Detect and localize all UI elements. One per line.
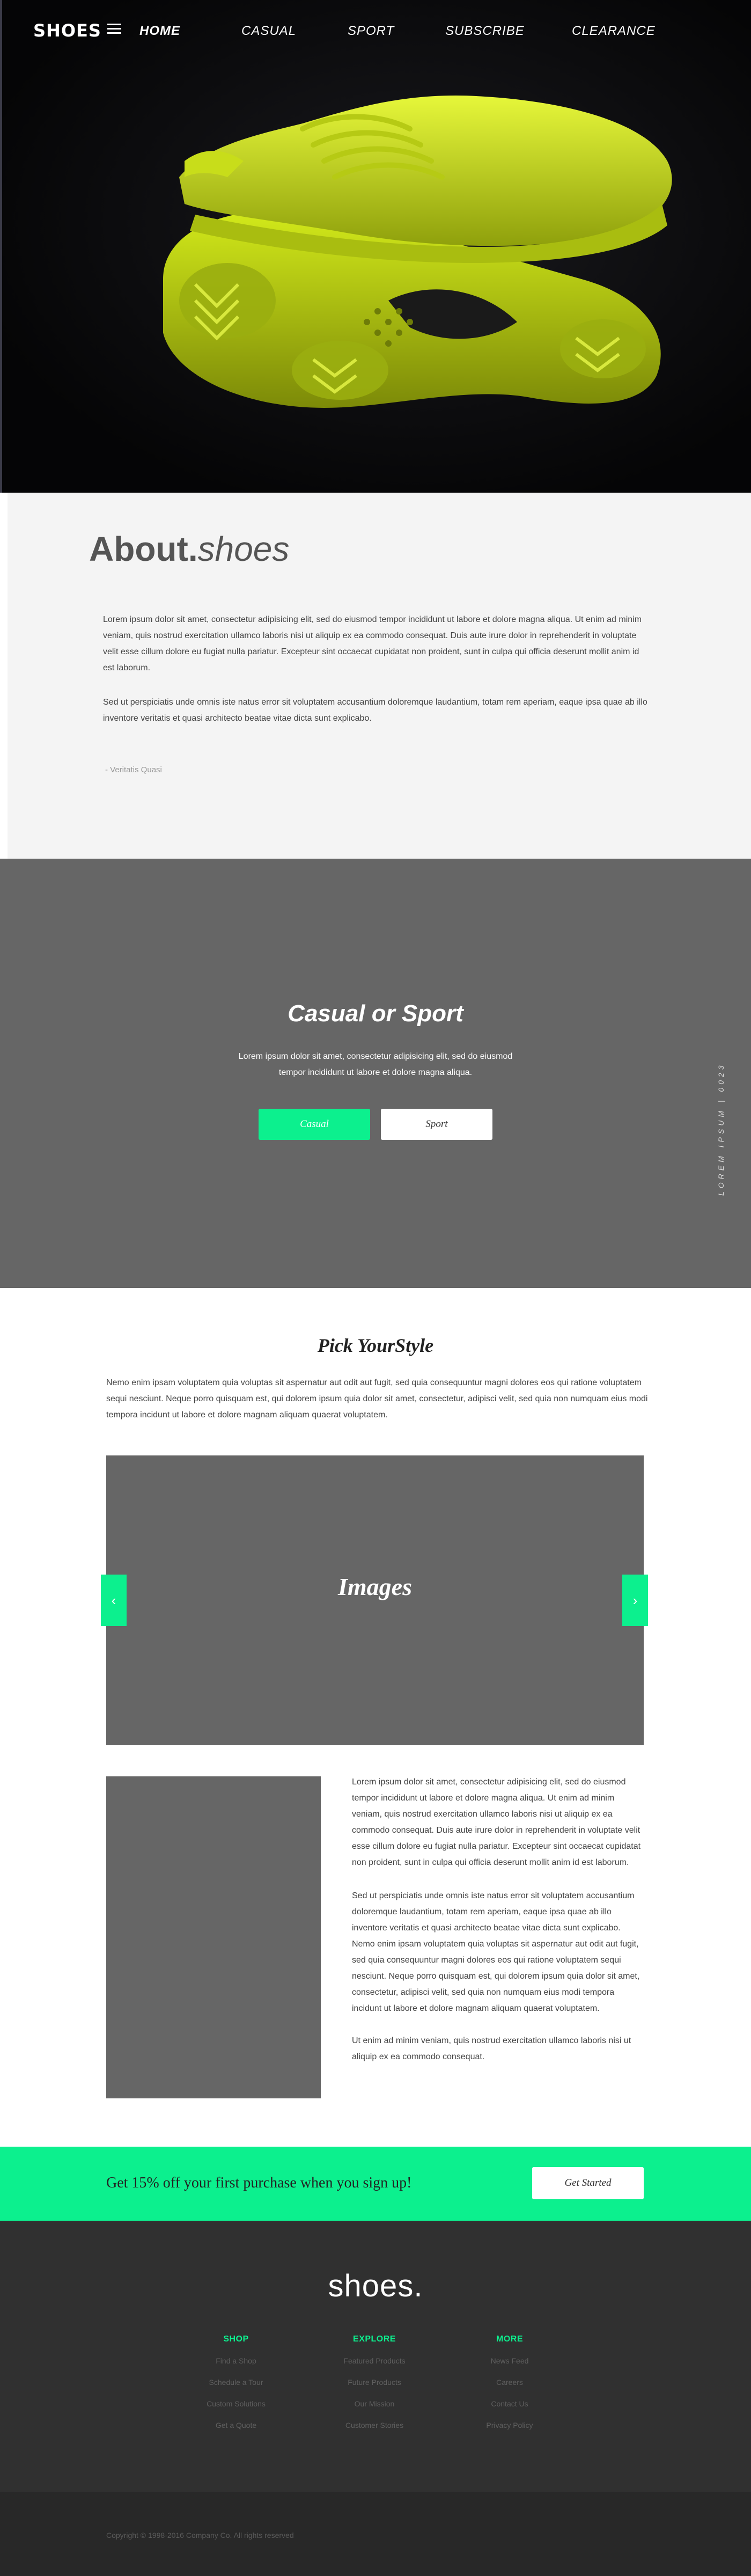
footer-link[interactable]: Future Products [326, 2377, 423, 2387]
side-vertical-label: LOREM IPSUM | 0023 [717, 1062, 725, 1196]
footer-column-shop: SHOP Find a Shop Schedule a Tour Custom … [188, 2334, 284, 2442]
footer: shoes. SHOP Find a Shop Schedule a Tour … [0, 2221, 751, 2492]
nav-sport[interactable]: SPORT [348, 24, 394, 39]
main-nav: HOME CASUAL SPORT SUBSCRIBE CLEARANCE [2, 24, 751, 41]
carousel-next-arrow-icon[interactable]: › [622, 1575, 648, 1626]
footer-bottom-bar: Copyright © 1998-2016 Company Co. All ri… [0, 2492, 751, 2576]
nav-home[interactable]: HOME [139, 24, 180, 39]
feature-image-placeholder [106, 1776, 321, 2098]
detail-paragraph-1: Lorem ipsum dolor sit amet, consectetur … [352, 1777, 641, 1867]
footer-link[interactable]: Schedule a Tour [188, 2377, 284, 2387]
footer-column-explore: EXPLORE Featured Products Future Product… [326, 2334, 423, 2442]
about-quote: - Veritatis Quasi [105, 765, 162, 774]
casual-button[interactable]: Casual [259, 1109, 370, 1140]
hero-section: SHOES HOME CASUAL SPORT SUBSCRIBE CLEARA… [0, 0, 751, 493]
footer-column-more: MORE News Feed Careers Contact Us Privac… [461, 2334, 558, 2442]
casual-sport-text: Lorem ipsum dolor sit amet, consectetur … [238, 1052, 513, 1077]
footer-link[interactable]: Find a Shop [188, 2356, 284, 2366]
footer-heading-explore: EXPLORE [353, 2334, 396, 2344]
footer-link[interactable]: Careers [461, 2377, 558, 2387]
about-section: About.shoes Lorem ipsum dolor sit amet, … [0, 493, 751, 859]
footer-logo[interactable]: shoes. [0, 2268, 751, 2304]
footer-heading-shop: SHOP [223, 2334, 249, 2344]
footer-link[interactable]: Customer Stories [326, 2420, 423, 2430]
footer-link[interactable]: Get a Quote [188, 2420, 284, 2430]
about-paragraph-2: Sed ut perspiciatis unde omnis iste natu… [103, 698, 647, 723]
footer-link[interactable]: Featured Products [326, 2356, 423, 2366]
promo-banner: Get 15% off your first purchase when you… [0, 2147, 751, 2221]
carousel-label: Images [338, 1573, 412, 1600]
nav-clearance[interactable]: CLEARANCE [572, 24, 656, 39]
footer-link[interactable]: News Feed [461, 2356, 558, 2366]
carousel-prev-arrow-icon[interactable]: ‹ [101, 1575, 127, 1626]
detail-paragraph-2: Sed ut perspiciatis unde omnis iste natu… [352, 1891, 640, 2013]
image-carousel: Images [106, 1455, 644, 1745]
casual-sport-title: Casual or Sport [288, 1000, 463, 1027]
nav-casual[interactable]: CASUAL [241, 24, 296, 39]
detail-paragraph-3: Ut enim ad minim veniam, quis nostrud ex… [352, 2036, 631, 2061]
pick-style-title: Pick YourStyle [317, 1335, 434, 1356]
sport-button[interactable]: Sport [381, 1109, 492, 1140]
get-started-button[interactable]: Get Started [532, 2167, 644, 2199]
footer-heading-more: MORE [496, 2334, 523, 2344]
nav-subscribe[interactable]: SUBSCRIBE [445, 24, 525, 39]
footer-link[interactable]: Our Mission [326, 2399, 423, 2409]
hero-shoe-image [2, 0, 751, 493]
footer-link[interactable]: Privacy Policy [461, 2420, 558, 2430]
pick-style-text: Nemo enim ipsam voluptatem quia voluptas… [106, 1378, 648, 1419]
copyright-text: Copyright © 1998-2016 Company Co. All ri… [106, 2531, 294, 2540]
casual-sport-section: Casual or Sport Lorem ipsum dolor sit am… [0, 859, 751, 1288]
about-paragraph-1: Lorem ipsum dolor sit amet, consectetur … [103, 615, 642, 672]
footer-link[interactable]: Custom Solutions [188, 2399, 284, 2409]
about-title: About.shoes [89, 530, 290, 568]
promo-text: Get 15% off your first purchase when you… [106, 2175, 412, 2191]
footer-link[interactable]: Contact Us [461, 2399, 558, 2409]
about-panel: About.shoes Lorem ipsum dolor sit amet, … [8, 493, 751, 859]
